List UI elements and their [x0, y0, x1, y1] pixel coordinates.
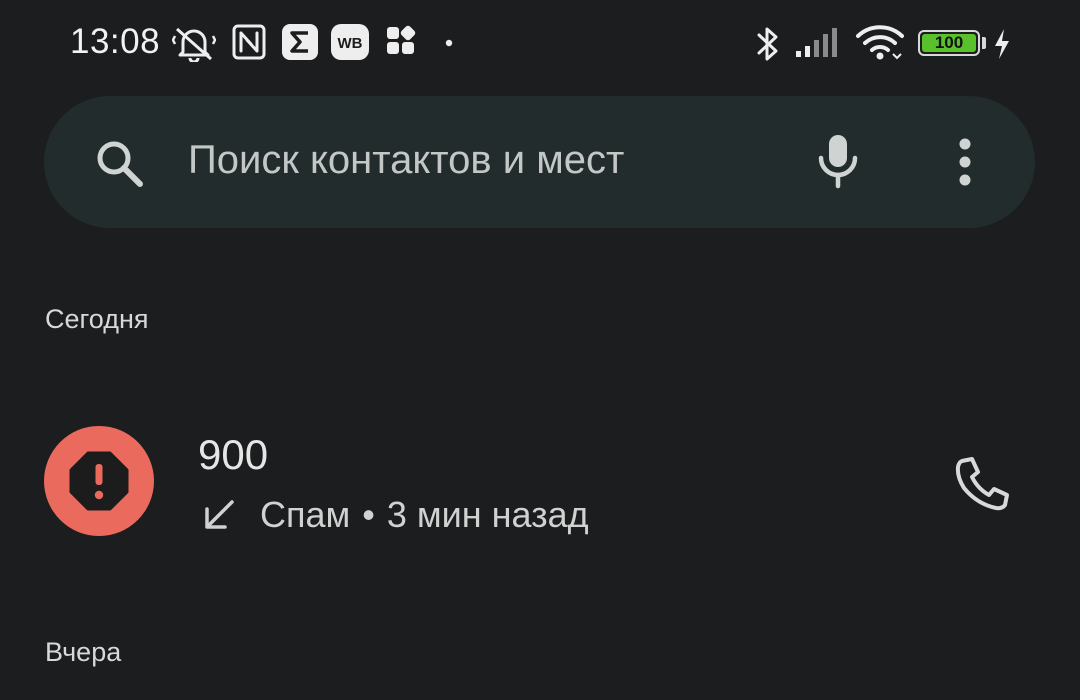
avatar[interactable] — [44, 426, 154, 536]
mic-icon[interactable] — [816, 132, 860, 190]
apps-grid-icon — [387, 25, 416, 54]
battery-tip — [982, 37, 986, 49]
call-details: Спам • 3 мин назад — [202, 494, 589, 536]
call-log-item[interactable]: 900 Спам • 3 мин назад — [0, 400, 1080, 570]
dialer-screen: 13:08 WB 100 Поиск контактов и мест Сего… — [0, 0, 1080, 700]
call-status: Спам — [260, 494, 351, 535]
incoming-call-arrow-icon — [205, 500, 234, 529]
status-bar: 13:08 WB 100 — [0, 0, 1080, 84]
search-icon[interactable] — [94, 138, 146, 190]
svg-text:WB: WB — [338, 35, 363, 52]
sigma-app-icon — [282, 24, 318, 60]
nfc-icon — [232, 24, 266, 60]
mute-vibrate-icon — [172, 27, 216, 62]
clock: 13:08 — [70, 22, 161, 61]
more-vert-icon[interactable] — [952, 138, 978, 188]
phone-icon[interactable] — [950, 452, 1014, 516]
wb-app-icon: WB — [331, 24, 369, 60]
search-bar[interactable]: Поиск контактов и мест — [44, 96, 1035, 228]
dot-icon — [445, 39, 453, 47]
signal-icon — [796, 28, 837, 57]
wifi-icon — [856, 25, 904, 60]
separator: • — [362, 494, 375, 535]
spam-warning-icon — [69, 451, 129, 511]
bluetooth-icon — [757, 27, 778, 61]
section-header-today: Сегодня — [45, 304, 149, 334]
section-header-yesterday: Вчера — [45, 637, 122, 667]
battery-level: 100 — [922, 33, 976, 52]
caller-name: 900 — [198, 431, 269, 478]
search-input[interactable]: Поиск контактов и мест — [188, 138, 624, 183]
call-time: 3 мин назад — [386, 494, 589, 535]
battery-icon: 100 — [918, 30, 980, 56]
charging-icon — [995, 29, 1009, 59]
